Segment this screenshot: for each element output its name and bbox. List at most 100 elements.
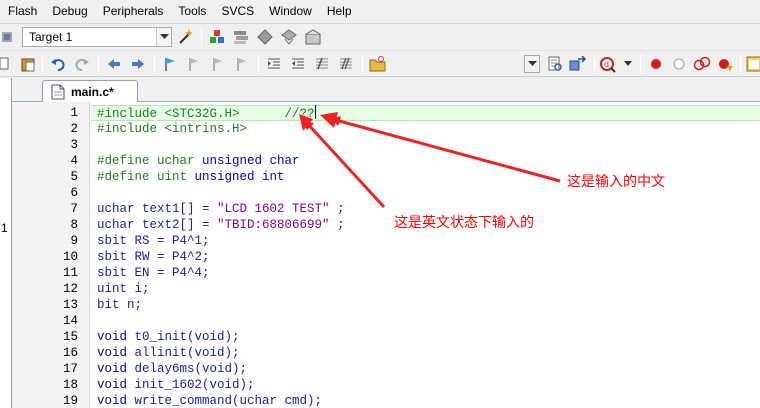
target-select[interactable]: Target 1: [22, 27, 172, 47]
target-select-value: Target 1: [29, 30, 73, 44]
bookmark-clear-icon[interactable]: [232, 54, 252, 74]
code-line[interactable]: #define uchar unsigned char: [97, 153, 300, 169]
bookmark-prev-icon[interactable]: [184, 54, 204, 74]
line-number: 8: [70, 218, 78, 232]
menu-flash[interactable]: Flash: [8, 0, 37, 22]
debug-session-icon[interactable]: d: [598, 54, 618, 74]
menu-peripherals[interactable]: Peripherals: [103, 0, 164, 22]
code-line[interactable]: #include <intrins.H>: [97, 121, 247, 137]
code-line[interactable]: void delay6ms(void);: [97, 361, 247, 377]
code-line[interactable]: bit n;: [97, 297, 142, 313]
find-combo-dropdown[interactable]: [524, 55, 540, 73]
code-line[interactable]: void allinit(void);: [97, 345, 240, 361]
code-line[interactable]: sbit RS = P4^1;: [97, 233, 210, 249]
code-line[interactable]: sbit RW = P4^2;: [97, 249, 210, 265]
line-number: 18: [62, 378, 78, 392]
layers-icon[interactable]: [231, 27, 251, 47]
code-line[interactable]: void init_1602(void);: [97, 377, 255, 393]
svg-text:d: d: [604, 60, 609, 69]
uncomment-icon[interactable]: [336, 54, 356, 74]
kill-breakpoints-icon[interactable]: [716, 54, 736, 74]
code-editor[interactable]: 1 2 3 4 5 6 7 8 9 10 11 12 13 14 15 16 17 18 19 #include <…: [12, 102, 760, 408]
line-number: 7: [70, 202, 78, 216]
line-number: 11: [62, 266, 78, 280]
line-number: 2: [70, 122, 78, 136]
code-token: void: [97, 362, 128, 376]
code-line[interactable]: uchar text2[] = "TBID:68806699" ;: [97, 217, 345, 233]
find-icon[interactable]: [545, 54, 565, 74]
code-token: #define uint: [97, 170, 195, 184]
code-line[interactable]: #include <STC32G.H> //??: [97, 105, 316, 122]
code-line[interactable]: uchar text1[] = "LCD 1602 TEST" ;: [97, 201, 345, 217]
unindent-icon[interactable]: [288, 54, 308, 74]
menu-svcs[interactable]: SVCS: [221, 0, 254, 22]
breakpoints-toggle-icon[interactable]: [692, 54, 712, 74]
indent-icon[interactable]: [264, 54, 284, 74]
line-number: 15: [62, 330, 78, 344]
magic-wand-icon[interactable]: [176, 27, 196, 47]
code-token: ;: [329, 218, 345, 232]
menu-bar: Flash Debug Peripherals Tools SVCS Windo…: [0, 0, 760, 22]
breakpoint-icon[interactable]: [646, 54, 666, 74]
arrow-right-icon[interactable]: [128, 54, 148, 74]
toolbar-separator: [201, 27, 202, 47]
line-number: 10: [62, 250, 78, 264]
code-token: ;: [329, 202, 345, 216]
build-toolbar: Target 1: [0, 23, 760, 50]
code-token: "TBID:68806699": [217, 218, 330, 232]
line-number: 16: [62, 346, 78, 360]
line-number: 14: [62, 314, 78, 328]
annotation-chinese-input: 这是输入的中文: [567, 174, 665, 190]
tab-main-c[interactable]: main.c*: [42, 80, 138, 102]
line-number: 3: [70, 138, 78, 152]
code-line[interactable]: void t0_init(void);: [97, 329, 240, 345]
code-line[interactable]: #define uint unsigned int: [97, 169, 285, 185]
redo-icon[interactable]: [72, 54, 92, 74]
menu-window[interactable]: Window: [269, 0, 312, 22]
chevron-down-icon[interactable]: [156, 28, 171, 46]
comment-icon[interactable]: [312, 54, 332, 74]
menu-debug[interactable]: Debug: [52, 0, 87, 22]
diamond-icon[interactable]: [255, 27, 275, 47]
code-token: #define uchar: [97, 154, 203, 168]
undo-icon[interactable]: [48, 54, 68, 74]
manage-project-items-icon[interactable]: [207, 27, 227, 47]
toolbar-separator: [362, 54, 363, 74]
debug-dropdown-icon[interactable]: [618, 54, 638, 74]
code-token: write_command(uchar cmd);: [127, 394, 323, 408]
toolbar-separator: [42, 54, 43, 74]
window-layout-icon[interactable]: [744, 54, 760, 74]
code-line[interactable]: void write_command(uchar cmd);: [97, 393, 322, 408]
code-token: uchar text2[] =: [97, 218, 218, 232]
code-area[interactable]: #include <STC32G.H> //?? #include <intrin…: [91, 102, 760, 408]
breakpoint-disabled-icon[interactable]: [669, 54, 689, 74]
arrow-left-icon[interactable]: [104, 54, 124, 74]
code-line[interactable]: uint i;: [97, 281, 150, 297]
code-token: init_1602(void);: [127, 378, 255, 392]
toolbar-separator: [154, 54, 155, 74]
bookmark-toggle-icon[interactable]: [160, 54, 180, 74]
code-line[interactable]: sbit EN = P4^4;: [97, 265, 210, 281]
file-icon: [51, 84, 65, 103]
line-number: 5: [70, 170, 78, 184]
package-installer-icon[interactable]: [303, 27, 323, 47]
incremental-find-icon[interactable]: [568, 54, 588, 74]
select-packs-icon[interactable]: [279, 27, 299, 47]
code-token: delay6ms(void);: [127, 362, 248, 376]
code-token: bit n;: [97, 298, 143, 312]
load-icon[interactable]: [0, 27, 20, 47]
menu-help[interactable]: Help: [327, 0, 352, 22]
find-in-files-icon[interactable]: [368, 54, 388, 74]
paste-icon[interactable]: [18, 54, 38, 74]
line-number: 17: [62, 362, 78, 376]
copy-icon[interactable]: [0, 54, 12, 74]
line-number: 4: [70, 154, 78, 168]
code-token: uint i;: [97, 282, 150, 296]
project-panel-number: 1: [1, 221, 8, 235]
code-token: //??: [284, 107, 315, 121]
line-number: 19: [62, 394, 78, 408]
code-token: void: [97, 330, 128, 344]
tab-label: main.c*: [71, 85, 114, 99]
bookmark-next-icon[interactable]: [208, 54, 228, 74]
menu-tools[interactable]: Tools: [178, 0, 206, 22]
